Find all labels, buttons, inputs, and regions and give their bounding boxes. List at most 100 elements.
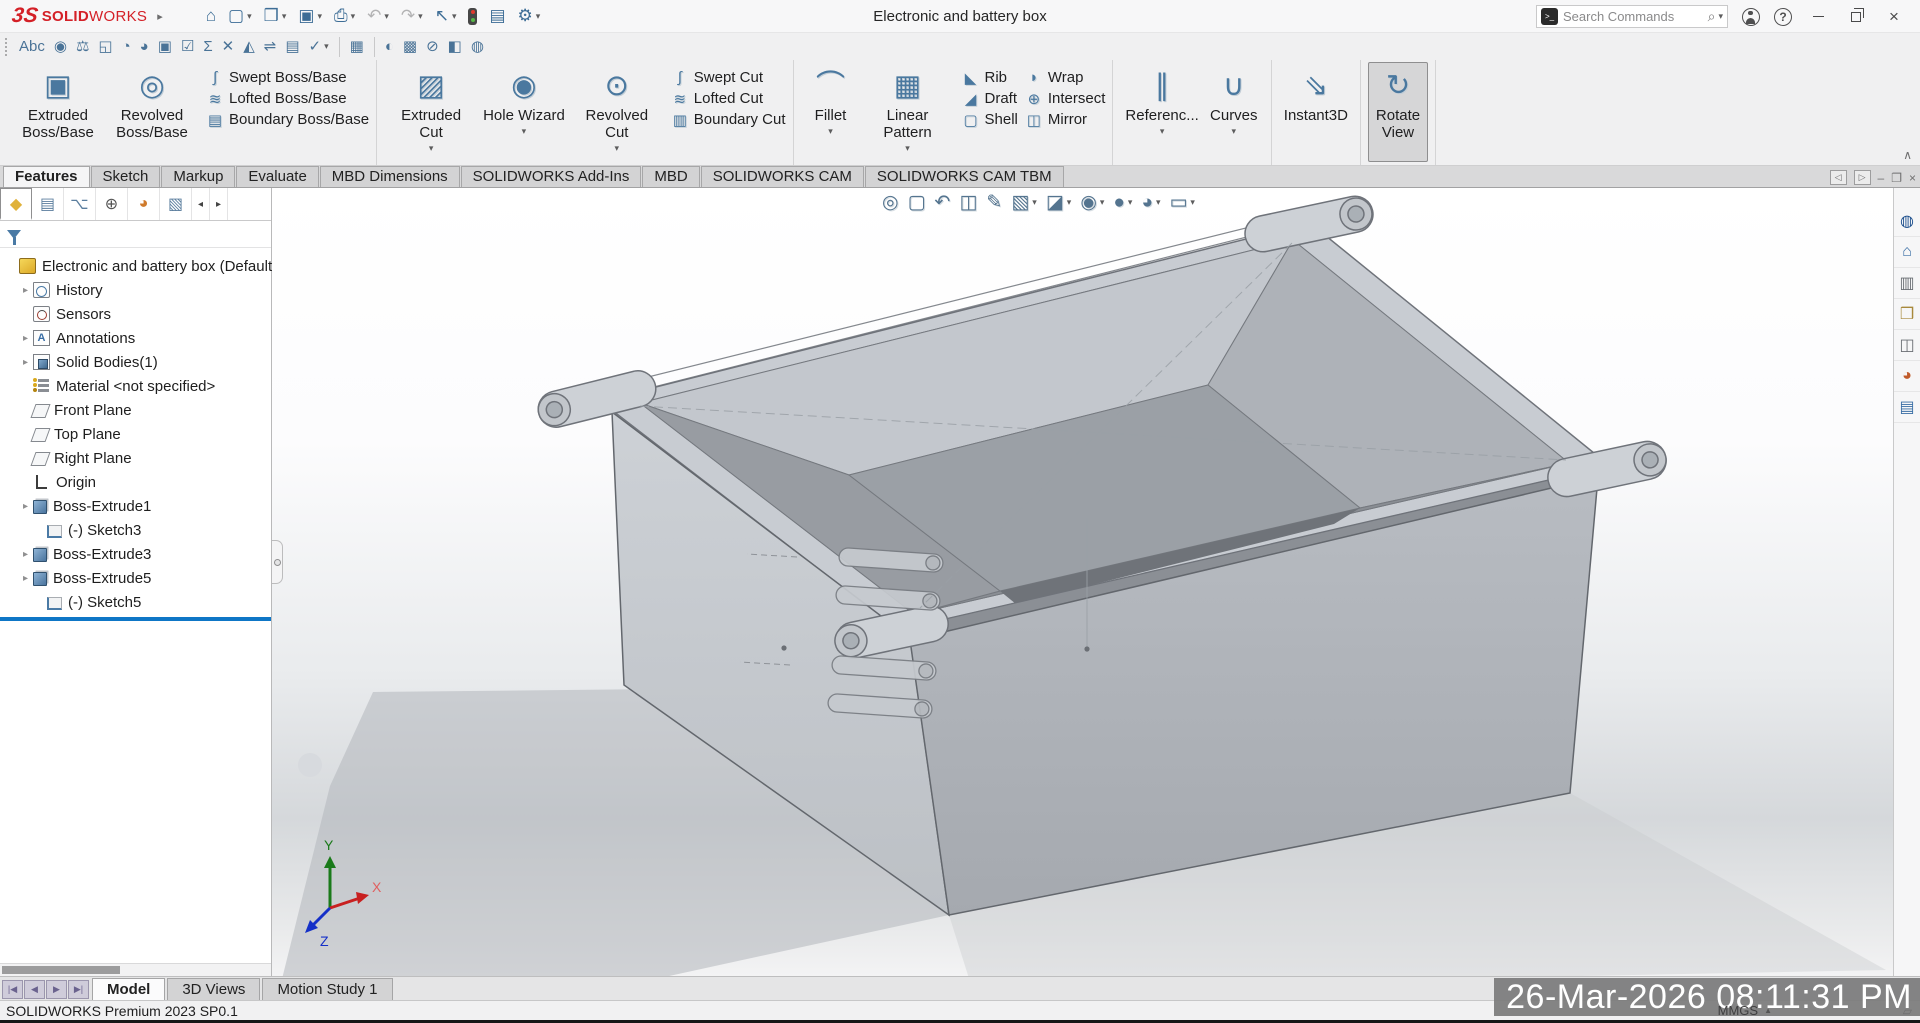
rebuild-button[interactable] <box>463 6 482 27</box>
scroll-next-button[interactable]: ▶ <box>46 980 67 999</box>
new-document-button[interactable]: ▢▾ <box>223 5 257 27</box>
help-button[interactable]: ? <box>1774 8 1792 26</box>
doc-previous-window-button[interactable]: ◁ <box>1830 170 1847 185</box>
doc-minimize-button[interactable]: – <box>1878 171 1885 185</box>
search-caret-icon[interactable]: ▾ <box>1718 11 1723 22</box>
intersect-button[interactable]: ⊕Intersect <box>1024 88 1106 109</box>
expand-arrow-icon[interactable]: ▸ <box>18 501 33 512</box>
tree-item-top-plane[interactable]: Top Plane <box>0 422 271 446</box>
mirror-button[interactable]: ◫Mirror <box>1024 109 1106 130</box>
edit-appearance-tool[interactable]: ◐ <box>381 37 398 56</box>
measure-tool[interactable]: ⚖ <box>72 37 93 56</box>
symmetry-check[interactable]: ⇌ <box>260 37 281 56</box>
previous-view-button[interactable]: ↶ <box>935 191 951 214</box>
draft-button[interactable]: ◢Draft <box>961 88 1018 109</box>
edit-appearance-button[interactable]: ●▾ <box>1113 192 1132 214</box>
sheet-tab-motion-study-1[interactable]: Motion Study 1 <box>262 978 392 1000</box>
section-view-button[interactable]: ◫ <box>959 191 977 214</box>
propertymanager-tab[interactable]: ▤ <box>32 188 64 220</box>
reference-geometry-button[interactable]: ∥Referenc...▾ <box>1120 62 1203 162</box>
unit-system-selector[interactable]: MMGS ▲ <box>1718 1003 1772 1018</box>
tab-mbd-dimensions[interactable]: MBD Dimensions <box>320 166 460 187</box>
menu-flyout-arrow-icon[interactable]: ▸ <box>157 10 163 23</box>
instant3d-button[interactable]: ⇘Instant3D <box>1279 62 1353 162</box>
edit-material-tool[interactable]: ◧ <box>444 37 466 56</box>
3dexperience-marketplace-tab[interactable]: ◍ <box>1894 206 1920 237</box>
check-active-document[interactable]: ▣ <box>154 37 176 56</box>
cam-tree-tab[interactable]: ▧ <box>160 188 192 220</box>
lofted-boss-base-button[interactable]: ≋Lofted Boss/Base <box>205 88 369 109</box>
scroll-last-button[interactable]: ▶| <box>68 980 89 999</box>
rotate-view-button[interactable]: ↻Rotate View <box>1368 62 1428 162</box>
view-orientation-button[interactable]: ▧▾ <box>1011 191 1036 214</box>
appearances-scenes-tab[interactable]: ◕ <box>1894 361 1920 392</box>
toolbar-grip[interactable] <box>5 38 9 56</box>
markup-tool[interactable]: ◱ <box>94 37 116 56</box>
scroll-previous-button[interactable]: ◀ <box>24 980 45 999</box>
hide-show-items-button[interactable]: ◉▾ <box>1080 191 1104 214</box>
rollback-bar[interactable] <box>0 617 271 621</box>
section-hatch-tool[interactable]: ▩ <box>399 37 421 56</box>
extruded-cut-button[interactable]: ▨Extruded Cut▾ <box>384 62 478 162</box>
tab-solidworks-add-ins[interactable]: SOLIDWORKS Add-Ins <box>461 166 642 187</box>
redo-button[interactable]: ↷▾ <box>396 5 428 27</box>
scrollbar-thumb[interactable] <box>2 966 120 974</box>
tree-item-sketch5[interactable]: (-) Sketch5 <box>0 590 271 614</box>
options-button[interactable]: ⚙▾ <box>513 5 546 27</box>
boundary-cut-button[interactable]: ▥Boundary Cut <box>670 109 786 130</box>
expand-arrow-icon[interactable]: ▸ <box>18 357 33 368</box>
swept-cut-button[interactable]: ∫Swept Cut <box>670 67 786 88</box>
tree-item-sketch3[interactable]: (-) Sketch3 <box>0 518 271 542</box>
compare-documents[interactable]: ▤ <box>281 37 303 56</box>
deviation-analysis[interactable]: ✕ <box>218 37 239 56</box>
tree-item-origin[interactable]: Origin <box>0 470 271 494</box>
search-input[interactable] <box>1563 9 1708 24</box>
tree-item-boss-extrude3[interactable]: ▸Boss-Extrude3 <box>0 542 271 566</box>
expand-arrow-icon[interactable]: ▸ <box>18 333 33 344</box>
open-document-button[interactable]: ❒▾ <box>259 5 292 27</box>
tree-item-solid-bodies-1[interactable]: ▸Solid Bodies(1) <box>0 350 271 374</box>
select-button[interactable]: ↖▾ <box>430 5 462 27</box>
sheet-tab-model[interactable]: Model <box>92 978 165 1000</box>
visualize-tool[interactable]: ◍ <box>467 37 488 56</box>
graphics-viewport[interactable]: ◎▢↶◫✎▧▾◪▾◉▾●▾◕▾▭▾ <box>272 188 1920 976</box>
wrap-button[interactable]: ◗Wrap <box>1024 67 1106 88</box>
lofted-cut-button[interactable]: ≋Lofted Cut <box>670 88 786 109</box>
revolved-cut-button[interactable]: ⊙Revolved Cut▾ <box>570 62 664 162</box>
linear-pattern-button[interactable]: ▦Linear Pattern▾ <box>861 62 955 162</box>
minimize-button[interactable] <box>1806 6 1830 28</box>
tree-item-boss-extrude1[interactable]: ▸Boss-Extrude1 <box>0 494 271 518</box>
dimxpertmanager-tab[interactable]: ⊕ <box>96 188 128 220</box>
tab-evaluate[interactable]: Evaluate <box>236 166 318 187</box>
custom-properties-tab[interactable]: ▤ <box>1894 392 1920 423</box>
tab-solidworks-cam[interactable]: SOLIDWORKS CAM <box>701 166 864 187</box>
tree-tabs-scroll-left[interactable]: ◂ <box>192 188 210 220</box>
close-button[interactable]: × <box>1882 6 1906 28</box>
view-palette-tab[interactable]: ◫ <box>1894 330 1920 361</box>
tab-mbd[interactable]: MBD <box>642 166 699 187</box>
geometry-analysis[interactable]: ☑ <box>177 37 198 56</box>
curves-button[interactable]: ∪Curves▾ <box>1204 62 1264 162</box>
swept-boss-base-button[interactable]: ∫Swept Boss/Base <box>205 67 369 88</box>
home-button[interactable]: ⌂ <box>201 5 221 27</box>
boundary-boss-base-button[interactable]: ▤Boundary Boss/Base <box>205 109 369 130</box>
fillet-button[interactable]: ⌒Fillet▾ <box>801 62 861 162</box>
tab-sketch[interactable]: Sketch <box>91 166 161 187</box>
draft-analysis[interactable]: ◭ <box>239 37 259 56</box>
expand-arrow-icon[interactable]: ▸ <box>18 285 33 296</box>
verification-tool[interactable]: ⊘ <box>422 37 443 56</box>
tree-item-material-not-specified[interactable]: Material <not specified> <box>0 374 271 398</box>
home-tab[interactable]: ⌂ <box>1894 237 1920 268</box>
configurationmanager-tab[interactable]: ⌥ <box>64 188 96 220</box>
performance-evaluation[interactable]: ◔ <box>118 37 135 56</box>
shell-button[interactable]: ▢Shell <box>961 109 1018 130</box>
expand-arrow-icon[interactable]: ▸ <box>18 573 33 584</box>
design-library-tab[interactable]: ▥ <box>1894 268 1920 299</box>
tree-tabs-scroll-right[interactable]: ▸ <box>210 188 228 220</box>
tree-item-boss-extrude5[interactable]: ▸Boss-Extrude5 <box>0 566 271 590</box>
dynamic-annotation-views-button[interactable]: ✎ <box>986 191 1002 214</box>
tree-item-electronic-and-battery-box-default[interactable]: Electronic and battery box (Default) <box>0 254 271 278</box>
save-button[interactable]: ▣▾ <box>293 5 327 27</box>
displaymanager-tab[interactable]: ◕ <box>128 188 160 220</box>
doc-restore-button[interactable]: ❐ <box>1891 171 1902 185</box>
